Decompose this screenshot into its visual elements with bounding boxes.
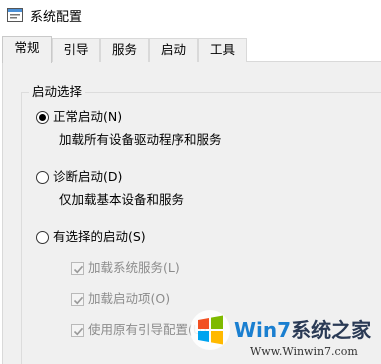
tab-tools[interactable]: 工具 [198,38,247,62]
startup-selection-title: 启动选择 [29,81,86,100]
watermark-brand: Win7系统之家 [234,314,371,343]
selective-startup-label[interactable]: 有选择的启动(S) [53,229,146,245]
diagnostic-startup-label[interactable]: 诊断启动(D) [53,169,122,185]
watermark-brand-win7: Win7 [234,318,292,342]
diagnostic-startup-radio[interactable] [36,171,49,184]
selective-startup-radio[interactable] [36,231,49,244]
tab-boot[interactable]: 引导 [52,38,100,62]
watermark-url: Www.Winwin7.com [250,345,358,358]
tab-general[interactable]: 常规 [2,36,52,63]
tab-strip: 常规 引导 服务 启动 工具 [0,36,381,63]
load-startup-items-checkbox[interactable] [71,293,84,306]
use-original-boot-config-checkbox[interactable] [71,324,84,337]
msconfig-app-icon [7,7,23,22]
load-system-services-checkbox[interactable] [71,262,84,275]
windows-logo-icon [190,310,230,350]
normal-startup-radio[interactable] [36,111,49,124]
diagnostic-startup-description: 仅加载基本设备和服务 [59,192,185,207]
tab-services[interactable]: 服务 [100,38,149,62]
normal-startup-description: 加载所有设备驱动程序和服务 [59,132,222,147]
checkmark-icon [73,296,84,305]
system-configuration-window: 系统配置 常规 引导 服务 启动 工具 启动选择 正常启动(N) 加载所有设备驱… [0,0,381,364]
load-startup-items-label: 加载启动项(O) [88,291,171,306]
watermark-brand-cn: 系统之家 [291,318,372,342]
normal-startup-label[interactable]: 正常启动(N) [53,109,122,125]
tab-startup[interactable]: 启动 [149,38,198,62]
checkmark-icon [73,265,84,274]
load-system-services-label: 加载系统服务(L) [88,260,180,275]
radio-selected-dot [39,114,46,121]
window-title: 系统配置 [30,10,83,25]
site-watermark: Win7系统之家 Www.Winwin7.com [188,308,381,364]
title-bar: 系统配置 [0,0,381,30]
checkmark-icon [73,327,84,336]
